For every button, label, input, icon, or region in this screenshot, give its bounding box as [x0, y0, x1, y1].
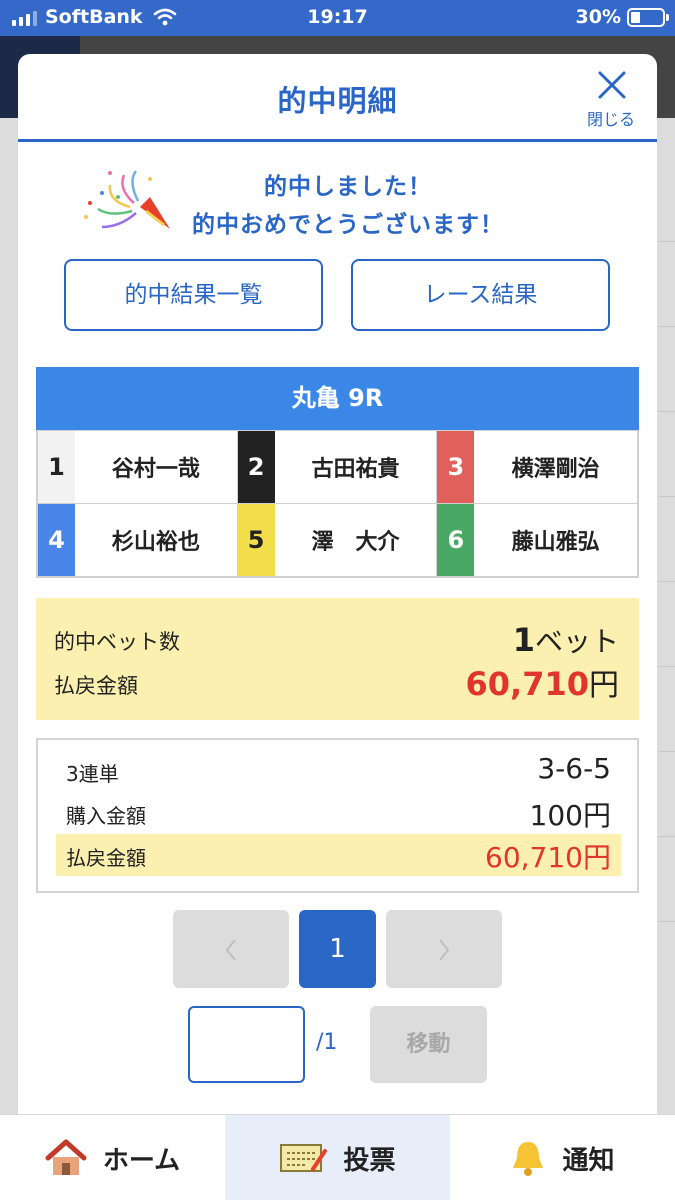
tab-notify[interactable]: 通知	[450, 1115, 675, 1200]
bet-detail: 3連単 3-6-5 購入金額 100円 払戻金額 60,710円	[36, 738, 639, 893]
hit-bets-label: 的中ベット数	[54, 630, 180, 654]
tab-vote-label: 投票	[343, 1145, 396, 1176]
racer-entry: 5 澤 大介	[237, 503, 438, 576]
tab-home-label: ホーム	[102, 1145, 181, 1176]
battery-icon	[627, 7, 669, 27]
tab-notify-label: 通知	[562, 1145, 615, 1176]
battery-level	[631, 11, 640, 23]
racer-entry: 2 古田祐貴	[237, 430, 438, 503]
battery-percent: 30%	[575, 6, 621, 28]
home-icon	[45, 1139, 87, 1177]
congrats-line-2: 的中おめでとうございます！	[192, 212, 504, 238]
status-right: 30%	[575, 6, 669, 28]
lane-number: 6	[437, 504, 475, 576]
lane-number: 4	[38, 504, 75, 576]
current-page-button[interactable]: 1	[299, 910, 376, 988]
prev-page-button[interactable]	[173, 910, 289, 988]
bet-combination: 3-6-5	[537, 752, 611, 785]
hit-results-list-button[interactable]: 的中結果一覧	[64, 259, 323, 331]
detail-payout-row: 払戻金額 60,710円	[56, 834, 621, 876]
congrats-line-1: 的中しました！	[264, 174, 432, 200]
chevron-left-icon	[225, 939, 236, 961]
payout-label: 払戻金額	[54, 674, 138, 698]
tab-home[interactable]: ホーム	[0, 1115, 225, 1200]
racer-name: 横澤剛治	[511, 457, 600, 482]
hit-bets-value: 1ベット	[512, 621, 619, 659]
racer-grid: 1 谷村一哉 2 古田祐貴 3 横澤剛治 4 杉山裕也 5 澤 大介 6 藤山雅…	[36, 430, 639, 578]
lane-number: 2	[237, 431, 275, 503]
ticket-icon	[279, 1141, 328, 1175]
race-results-button[interactable]: レース結果	[351, 259, 610, 331]
race-title: 丸亀 9R	[36, 367, 639, 430]
lane-number: 5	[237, 504, 275, 576]
racer-entry: 6 藤山雅弘	[437, 503, 637, 576]
hit-details-modal: 的中明細 閉じる 的中しました！ 的中おめでとうございます！ 的中結果一覧 レー…	[18, 54, 657, 1114]
racer-name: 杉山裕也	[111, 530, 200, 555]
detail-payout-label: 払戻金額	[66, 846, 146, 870]
chevron-right-icon	[439, 939, 450, 961]
modal-header: 的中明細 閉じる	[18, 54, 657, 142]
racer-entry: 3 横澤剛治	[437, 430, 637, 503]
close-icon	[598, 71, 626, 99]
modal-title: 的中明細	[277, 84, 398, 118]
tab-vote[interactable]: 投票	[225, 1115, 450, 1200]
racer-name: 藤山雅弘	[511, 530, 600, 555]
detail-payout-value: 60,710円	[485, 841, 611, 874]
bet-type-row: 3連単 3-6-5	[56, 750, 621, 792]
clock: 19:17	[307, 6, 368, 28]
next-page-button[interactable]	[386, 910, 502, 988]
congrats-message: 的中しました！ 的中おめでとうございます！	[138, 168, 558, 244]
bottom-tab-bar: ホーム 投票 通知	[0, 1114, 675, 1200]
racer-name: 澤 大介	[311, 530, 400, 555]
page-total: /1	[316, 1030, 338, 1055]
page-number-input[interactable]	[188, 1006, 305, 1083]
racer-entry: 4 杉山裕也	[38, 503, 238, 576]
racer-name: 古田祐貴	[311, 457, 400, 482]
purchase-label: 購入金額	[66, 804, 146, 828]
payout-value: 60,710円	[465, 665, 619, 703]
purchase-value: 100円	[529, 799, 611, 832]
lane-number: 1	[38, 431, 75, 503]
move-button[interactable]: 移動	[370, 1006, 487, 1083]
purchase-row: 購入金額 100円	[56, 792, 621, 834]
bet-type: 3連単	[66, 762, 119, 786]
lane-number: 3	[437, 431, 475, 503]
racer-name: 谷村一哉	[111, 457, 200, 482]
close-button[interactable]: 閉じる	[579, 68, 643, 132]
bell-icon	[510, 1138, 546, 1178]
status-bar: SoftBank 19:17 30%	[0, 0, 675, 36]
close-label: 閉じる	[586, 110, 635, 129]
racer-entry: 1 谷村一哉	[38, 430, 238, 503]
hit-summary: 的中ベット数 1ベット 払戻金額 60,710円	[36, 598, 639, 720]
